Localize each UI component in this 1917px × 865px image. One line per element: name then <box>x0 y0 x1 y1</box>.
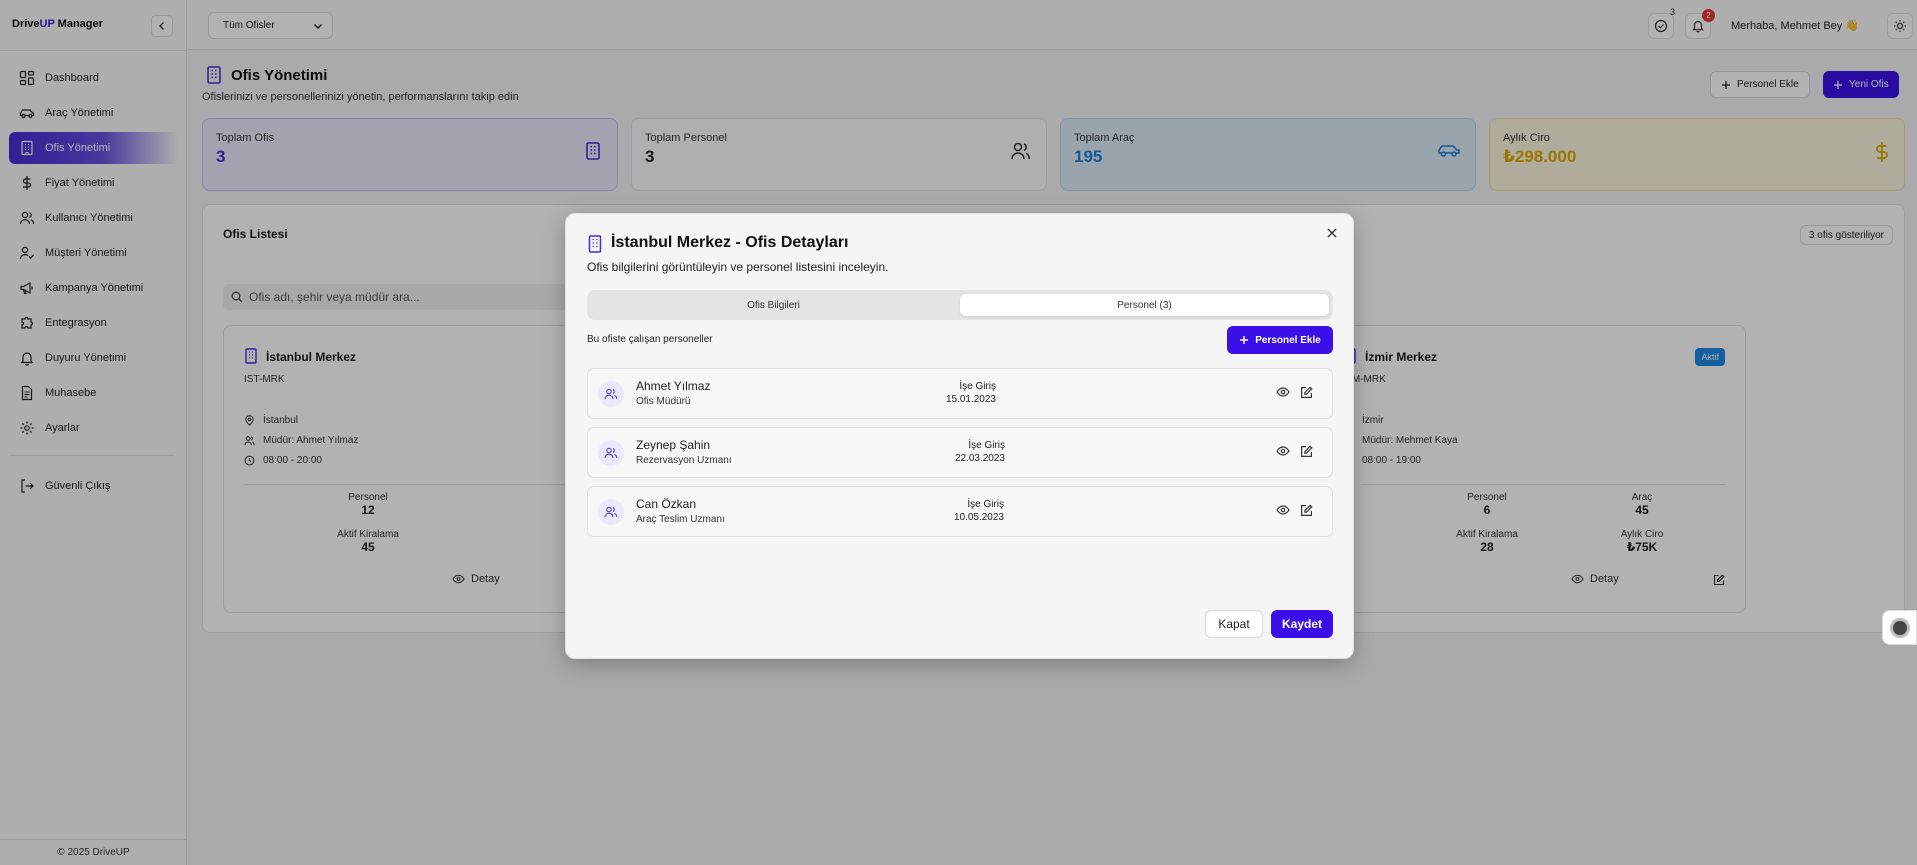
avatar <box>598 381 624 407</box>
modal-description: Ofis bilgilerini görüntüleyin ve persone… <box>587 260 889 274</box>
staff-section-label: Bu ofiste çalışan personeller <box>587 334 713 345</box>
edit-icon[interactable] <box>1300 445 1313 458</box>
eye-icon[interactable] <box>1276 445 1290 457</box>
staff-date-value: 22.03.2023 <box>954 453 1005 464</box>
staff-date-value: 10.05.2023 <box>953 512 1004 523</box>
staff-date-value: 15.01.2023 <box>945 394 996 405</box>
staff-start-date: İşe Giriş 15.01.2023 <box>896 380 996 406</box>
modal-add-staff-button[interactable]: Personel Ekle <box>1227 326 1333 354</box>
staff-row: Zeynep Şahin Rezervasyon Uzmanı İşe Giri… <box>587 427 1333 478</box>
staff-name: Can Özkan <box>636 497 697 511</box>
staff-role: Rezervasyon Uzmanı <box>636 455 732 466</box>
staff-role: Ofis Müdürü <box>636 396 691 407</box>
edit-icon[interactable] <box>1300 386 1313 399</box>
staff-date-label: İşe Giriş <box>967 499 1004 510</box>
modal-close-button[interactable]: Kapat <box>1205 610 1263 638</box>
staff-name: Ahmet Yılmaz <box>636 379 711 393</box>
modal-title: İstanbul Merkez - Ofis Detayları <box>611 234 849 251</box>
users-icon <box>604 388 618 400</box>
staff-row: Can Özkan Araç Teslim Uzmanı İşe Giriş 1… <box>587 486 1333 537</box>
eye-icon[interactable] <box>1276 386 1290 398</box>
widget-icon <box>1889 617 1910 638</box>
modal-save-button[interactable]: Kaydet <box>1271 610 1333 638</box>
modal-tabs: Ofis Bilgileri Personel (3) <box>587 290 1333 320</box>
floating-widget-button[interactable] <box>1882 610 1917 645</box>
avatar <box>598 499 624 525</box>
staff-date-label: İşe Giriş <box>968 440 1005 451</box>
staff-role: Araç Teslim Uzmanı <box>636 514 725 525</box>
staff-date-label: İşe Giriş <box>959 381 996 392</box>
users-icon <box>604 506 618 518</box>
staff-start-date: İşe Giriş 22.03.2023 <box>905 439 1005 465</box>
plus-icon <box>1240 336 1249 344</box>
eye-icon[interactable] <box>1276 504 1290 516</box>
tab-staff[interactable]: Personel (3) <box>960 294 1329 316</box>
modal-add-staff-label: Personel Ekle <box>1255 334 1321 346</box>
staff-row: Ahmet Yılmaz Ofis Müdürü İşe Giriş 15.01… <box>587 368 1333 419</box>
office-details-modal: İstanbul Merkez - Ofis Detayları Ofis bi… <box>565 213 1354 659</box>
building-icon <box>588 235 602 253</box>
edit-icon[interactable] <box>1300 504 1313 517</box>
close-icon[interactable] <box>1326 227 1338 239</box>
staff-start-date: İşe Giriş 10.05.2023 <box>904 498 1004 524</box>
avatar <box>598 440 624 466</box>
users-icon <box>604 447 618 459</box>
tab-office-info[interactable]: Ofis Bilgileri <box>591 294 956 316</box>
staff-name: Zeynep Şahin <box>636 438 711 452</box>
